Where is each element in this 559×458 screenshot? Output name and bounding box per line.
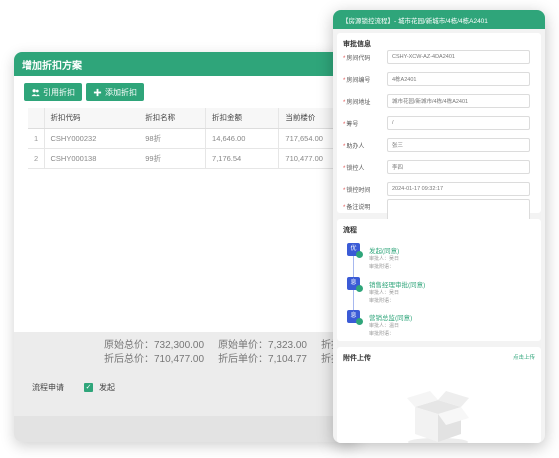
- add-discount-label: 添加折扣: [105, 87, 137, 97]
- discounted-unit-price: 折后单价：7,104.77: [218, 354, 307, 365]
- field-label: 房间编号: [346, 77, 371, 84]
- users-icon: [31, 88, 40, 96]
- section-title: 审批信息: [343, 41, 371, 48]
- discount-plan-window: 增加折扣方案 引用折扣 添加折扣 折扣代码 折扣名称 折扣金额 当前楼价 1 C…: [14, 52, 359, 442]
- row-code: CSHY000138: [43, 148, 140, 169]
- cite-discount-label: 引用折扣: [43, 87, 75, 97]
- section-title: 流程: [343, 227, 357, 234]
- field-label: 备注说明: [346, 205, 371, 211]
- step-title: 营销总监(同意): [369, 315, 413, 322]
- section-title: 附件上传: [343, 355, 371, 362]
- field-assistant: *助办人 张三: [337, 138, 541, 152]
- price-totals: 原始总价：732,300.00 原始单价：7,323.00 折扣 折后总价：71…: [104, 339, 341, 367]
- original-unit-price: 原始单价：7,323.00: [218, 340, 307, 351]
- initiate-label: 发起: [99, 383, 115, 392]
- lock-time-input[interactable]: 2024-01-17 09:32:17: [387, 182, 530, 196]
- original-total-price: 原始总价：732,300.00: [104, 340, 205, 351]
- step-note: 审批附语：: [369, 331, 395, 337]
- approval-info-card: 审批信息 *房间代码 CSHY-XCW-AZ-4DA2401 *房间编号 4栋A…: [337, 33, 541, 234]
- field-label: 锁控人: [346, 165, 365, 172]
- field-locker: *锁控人 李四: [337, 160, 541, 174]
- room-lock-process-window: 【房源锁控流程】- 城市花园/新城市/4栋/4栋A2401 审批信息 *房间代码…: [333, 10, 545, 443]
- add-discount-button[interactable]: 添加折扣: [86, 83, 144, 101]
- field-label: 房间地址: [346, 99, 371, 106]
- field-label: 房间代码: [346, 55, 371, 62]
- check-icon: [356, 251, 363, 258]
- col-name-header: 折扣名称: [139, 108, 206, 129]
- field-room-code: *房间代码 CSHY-XCW-AZ-4DA2401: [337, 50, 541, 64]
- row-name: 99折: [139, 148, 206, 169]
- chip-number-input[interactable]: /: [387, 116, 530, 130]
- col-amount-header: 折扣金额: [205, 108, 279, 129]
- field-label: 锁控时间: [346, 187, 371, 194]
- table-row[interactable]: 2 CSHY000138 99折 7,176.54 710,477.00: [28, 148, 359, 169]
- step-note: 审批附语：: [369, 264, 395, 270]
- flow-application: 流程申请 ✓ 发起: [32, 382, 115, 393]
- room-address-input[interactable]: 城市花园/新城市/4栋/4栋A2401: [387, 94, 530, 108]
- step-title: 销售经理审批(同意): [369, 282, 426, 289]
- plus-icon: [93, 88, 102, 96]
- row-code: CSHY000232: [43, 128, 140, 149]
- col-index-header: [28, 108, 44, 129]
- step-note: 审批附语：: [369, 298, 395, 304]
- assistant-input[interactable]: 张三: [387, 138, 530, 152]
- discount-table: 折扣代码 折扣名称 折扣金额 当前楼价 1 CSHY000232 98折 14,…: [28, 108, 359, 169]
- step-approver: 审批人：温日: [369, 323, 400, 329]
- stage: 增加折扣方案 引用折扣 添加折扣 折扣代码 折扣名称 折扣金额 当前楼价 1 C…: [0, 0, 559, 458]
- field-room-address: *房间地址 城市花园/新城市/4栋/4栋A2401: [337, 94, 541, 108]
- table-row[interactable]: 1 CSHY000232 98折 14,646.00 717,654.00: [28, 128, 359, 149]
- row-amount: 7,176.54: [205, 148, 279, 169]
- field-lock-time: *锁控时间 2024-01-17 09:32:17: [337, 182, 541, 196]
- table-header-row: 折扣代码 折扣名称 折扣金额 当前楼价: [28, 108, 359, 129]
- room-number-input[interactable]: 4栋A2401: [387, 72, 530, 86]
- row-name: 98折: [139, 128, 206, 149]
- discounted-total-price: 折后总价：710,477.00: [104, 354, 205, 365]
- field-label: 筹号: [346, 121, 359, 128]
- window-title: 增加折扣方案: [14, 52, 359, 76]
- flow-label: 流程申请: [32, 383, 64, 392]
- window-footer: [14, 416, 359, 442]
- step-approver: 审批人：吴日: [369, 290, 400, 296]
- room-code-input[interactable]: CSHY-XCW-AZ-4DA2401: [387, 50, 530, 64]
- locker-input[interactable]: 李四: [387, 160, 530, 174]
- field-room-number: *房间编号 4栋A2401: [337, 72, 541, 86]
- field-label: 助办人: [346, 143, 365, 150]
- col-code-header: 折扣代码: [43, 108, 140, 129]
- process-card: 流程 优 发起(同意) 审批人：吴日 审批附语： 息 销售经理审批(同意) 审批…: [337, 219, 541, 341]
- step-title: 发起(同意): [369, 248, 400, 255]
- row-index: 1: [28, 128, 44, 149]
- step-approver: 审批人：吴日: [369, 256, 400, 262]
- field-chip-number: *筹号 /: [337, 116, 541, 130]
- row-index: 2: [28, 148, 44, 169]
- row-amount: 14,646.00: [205, 128, 279, 149]
- check-icon: [356, 285, 363, 292]
- toolbar: 引用折扣 添加折扣: [14, 76, 359, 108]
- initiate-checkbox[interactable]: ✓: [84, 383, 93, 392]
- upload-link[interactable]: 点击上传: [513, 353, 535, 361]
- empty-box-icon: [407, 391, 469, 443]
- cite-discount-button[interactable]: 引用折扣: [24, 83, 82, 101]
- window-title: 【房源锁控流程】- 城市花园/新城市/4栋/4栋A2401: [333, 10, 545, 29]
- check-icon: [356, 318, 363, 325]
